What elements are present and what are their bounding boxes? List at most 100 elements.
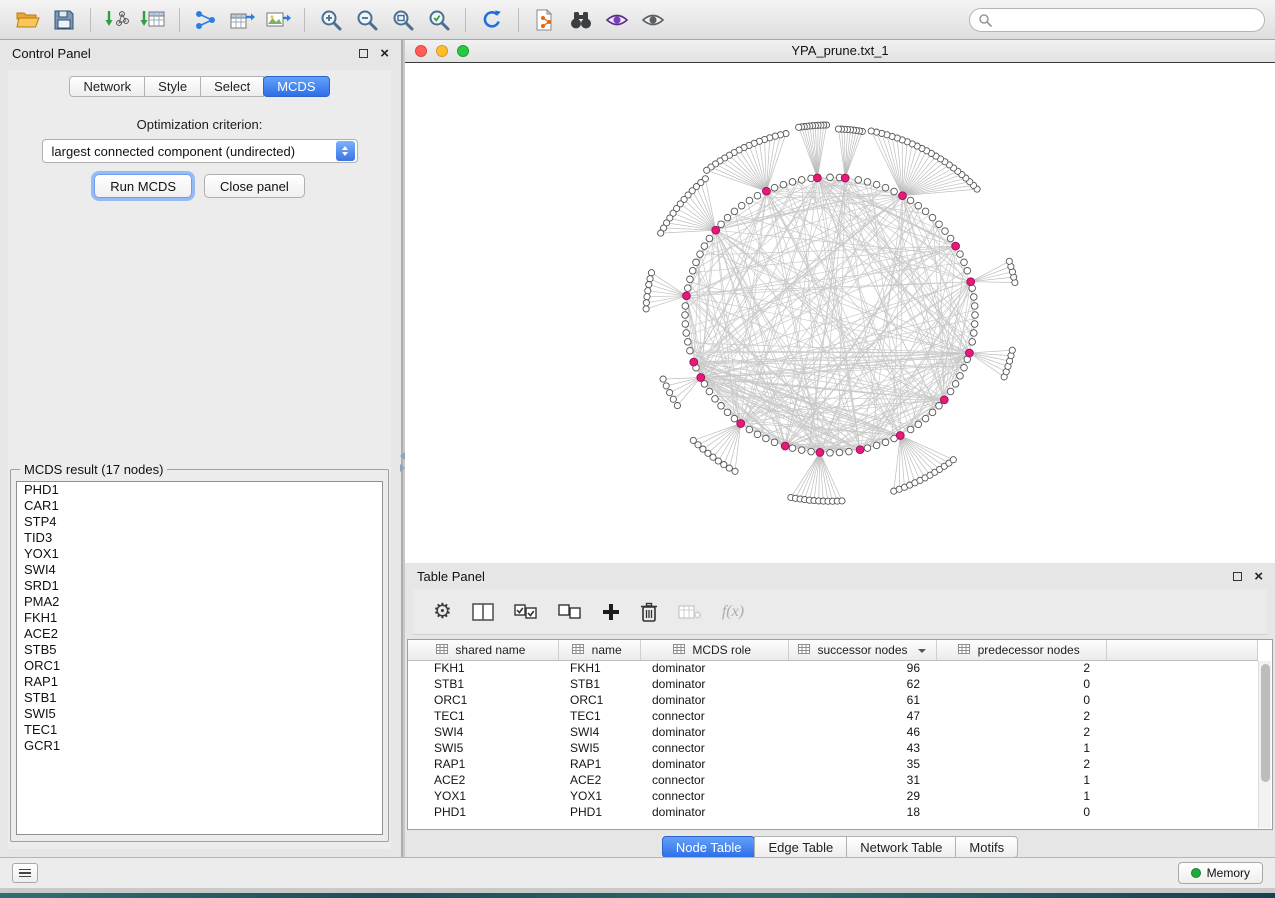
refresh-button[interactable] [474, 4, 510, 36]
zoom-selected-button[interactable] [421, 4, 457, 36]
table-row[interactable]: TEC1TEC1connector472 [408, 708, 1258, 724]
column-header-name[interactable]: name [558, 640, 640, 660]
mcds-result-item[interactable]: CAR1 [17, 498, 382, 514]
dominator-node[interactable] [940, 396, 948, 404]
mcds-result-item[interactable]: PHD1 [17, 482, 382, 498]
import-network-button[interactable] [99, 4, 135, 36]
search-input[interactable] [992, 13, 1256, 27]
search-box[interactable] [969, 8, 1265, 32]
table-row[interactable]: SWI4SWI4dominator462 [408, 724, 1258, 740]
table-row[interactable]: ACE2ACE2connector311 [408, 772, 1258, 788]
mcds-result-item[interactable]: TEC1 [17, 722, 382, 738]
tab-motifs[interactable]: Motifs [955, 836, 1018, 858]
mcds-result-item[interactable]: RAP1 [17, 674, 382, 690]
network-canvas-svg[interactable] [405, 63, 1275, 563]
mcds-result-item[interactable]: STP4 [17, 514, 382, 530]
tab-node-table[interactable]: Node Table [662, 836, 756, 858]
chevron-down-icon[interactable] [918, 649, 926, 653]
window-minimize-button[interactable] [436, 45, 448, 57]
mcds-result-item[interactable]: ACE2 [17, 626, 382, 642]
dominator-node[interactable] [816, 449, 824, 457]
network-canvas[interactable] [405, 62, 1275, 563]
mcds-result-item[interactable]: PMA2 [17, 594, 382, 610]
tab-edge-table[interactable]: Edge Table [754, 836, 847, 858]
table-row[interactable]: SWI5SWI5connector431 [408, 740, 1258, 756]
mcds-result-item[interactable]: GCR1 [17, 738, 382, 754]
save-session-button[interactable] [46, 4, 82, 36]
dominator-node[interactable] [856, 446, 864, 454]
run-mcds-button[interactable]: Run MCDS [94, 174, 192, 198]
dominator-node[interactable] [967, 278, 975, 286]
close-panel-icon[interactable]: × [1254, 569, 1263, 584]
select-all-button[interactable] [514, 598, 538, 626]
graphics-details-button[interactable] [599, 4, 635, 36]
tab-style[interactable]: Style [144, 76, 201, 97]
dominator-node[interactable] [737, 420, 745, 428]
mcds-result-item[interactable]: SWI5 [17, 706, 382, 722]
column-header-shared-name[interactable]: shared name [408, 640, 558, 660]
dominator-node[interactable] [712, 226, 720, 234]
export-image-button[interactable] [260, 4, 296, 36]
dominator-node[interactable] [952, 242, 960, 250]
show-columns-button[interactable] [472, 598, 494, 626]
dominator-node[interactable] [814, 174, 822, 182]
mcds-result-item[interactable]: STB5 [17, 642, 382, 658]
mcds-result-item[interactable]: TID3 [17, 530, 382, 546]
close-panel-icon[interactable]: × [380, 46, 389, 61]
dominator-node[interactable] [781, 442, 789, 450]
dominator-node[interactable] [899, 192, 907, 200]
tab-select[interactable]: Select [200, 76, 264, 97]
float-panel-icon[interactable] [359, 49, 368, 58]
table-scrollbar[interactable] [1258, 661, 1271, 828]
criterion-dropdown[interactable]: largest connected component (undirected) [42, 139, 358, 163]
table-row[interactable]: FKH1FKH1dominator962 [408, 660, 1258, 676]
export-table-button[interactable] [224, 4, 260, 36]
open-session-button[interactable] [10, 4, 46, 36]
toggle-visibility-button[interactable] [635, 4, 671, 36]
dropdown-stepper-icon[interactable] [336, 141, 355, 161]
export-network-button[interactable] [188, 4, 224, 36]
tab-network-table[interactable]: Network Table [846, 836, 956, 858]
import-table-button[interactable] [135, 4, 171, 36]
status-menu-button[interactable] [12, 863, 38, 883]
table-row[interactable]: STB1STB1dominator620 [408, 676, 1258, 692]
memory-button[interactable]: Memory [1178, 862, 1263, 884]
close-panel-button[interactable]: Close panel [204, 174, 305, 198]
dominator-node[interactable] [690, 358, 698, 366]
column-header-mcds-role[interactable]: MCDS role [640, 640, 788, 660]
dominator-node[interactable] [763, 187, 771, 195]
zoom-out-button[interactable] [349, 4, 385, 36]
tab-network[interactable]: Network [69, 76, 145, 97]
deselect-all-button[interactable] [558, 598, 582, 626]
network-window-titlebar[interactable]: YPA_prune.txt_1 [405, 40, 1275, 62]
mcds-result-item[interactable]: SRD1 [17, 578, 382, 594]
window-maximize-button[interactable] [457, 45, 469, 57]
mcds-result-item[interactable]: SWI4 [17, 562, 382, 578]
mcds-result-item[interactable]: FKH1 [17, 610, 382, 626]
table-row[interactable]: ORC1ORC1dominator610 [408, 692, 1258, 708]
dominator-node[interactable] [896, 432, 904, 440]
dominator-node[interactable] [683, 292, 691, 300]
column-header-successor-nodes[interactable]: successor nodes [788, 640, 936, 660]
copy-style-button[interactable] [527, 4, 563, 36]
mcds-result-list[interactable]: PHD1CAR1STP4TID3YOX1SWI4SRD1PMA2FKH1ACE2… [16, 481, 383, 835]
tab-mcds[interactable]: MCDS [263, 76, 329, 97]
zoom-fit-button[interactable] [385, 4, 421, 36]
table-row[interactable]: YOX1YOX1connector291 [408, 788, 1258, 804]
table-settings-button[interactable]: ⚙ [433, 598, 452, 626]
table-row[interactable]: RAP1RAP1dominator352 [408, 756, 1258, 772]
mcds-result-item[interactable]: STB1 [17, 690, 382, 706]
window-close-button[interactable] [415, 45, 427, 57]
delete-column-button[interactable] [640, 598, 658, 626]
zoom-in-button[interactable] [313, 4, 349, 36]
mcds-result-item[interactable]: ORC1 [17, 658, 382, 674]
dominator-node[interactable] [697, 374, 705, 382]
float-panel-icon[interactable] [1233, 572, 1242, 581]
dominator-node[interactable] [841, 174, 849, 182]
column-header-predecessor-nodes[interactable]: predecessor nodes [936, 640, 1106, 660]
mcds-result-item[interactable]: YOX1 [17, 546, 382, 562]
table-row[interactable]: PHD1PHD1dominator180 [408, 804, 1258, 820]
dominator-node[interactable] [966, 349, 974, 357]
find-button[interactable] [563, 4, 599, 36]
scrollbar-thumb[interactable] [1261, 664, 1270, 782]
